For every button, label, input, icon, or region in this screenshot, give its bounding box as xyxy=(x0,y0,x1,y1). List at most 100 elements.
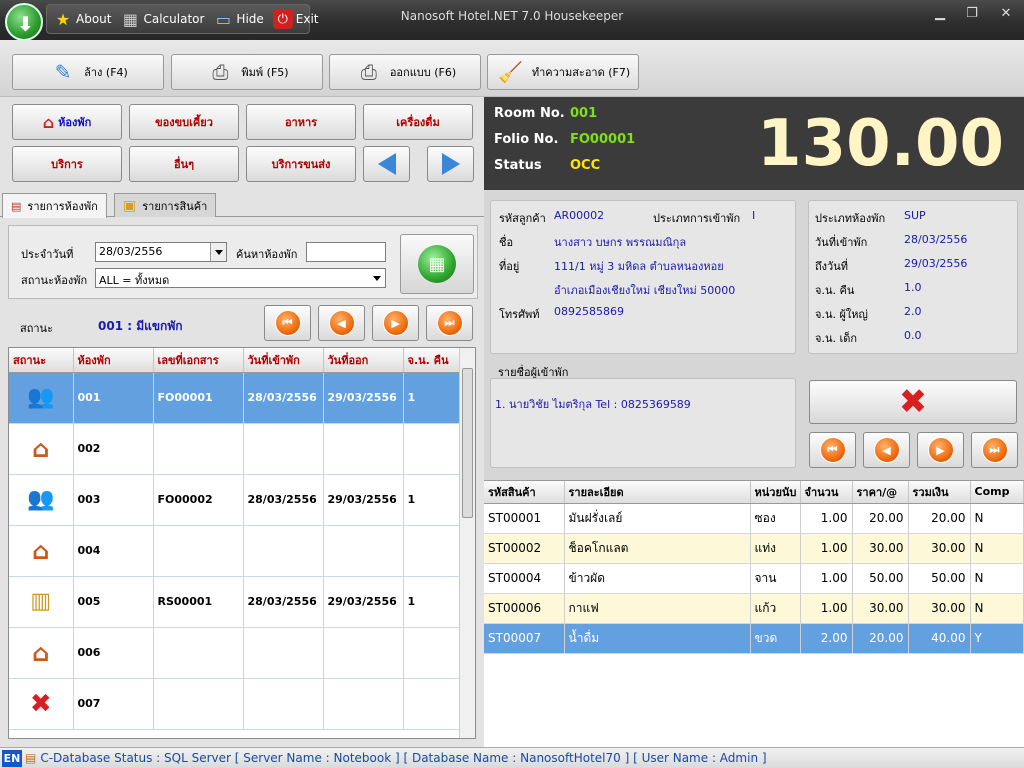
table-row[interactable]: ✖ 007 xyxy=(9,678,461,730)
checkout-value: 29/03/2556 xyxy=(904,257,968,270)
room-no-value: 001 xyxy=(570,106,598,121)
first-record-button[interactable]: ⏮ xyxy=(264,305,311,341)
col-comp[interactable]: Comp xyxy=(970,481,1024,504)
col-unit[interactable]: หน่วยนับ xyxy=(750,481,801,504)
cell xyxy=(403,525,461,577)
col-qty[interactable]: จำนวน xyxy=(800,481,853,504)
first-icon: ⏮ xyxy=(819,437,846,463)
cell: 29/03/2556 xyxy=(323,372,404,424)
category-next-button[interactable] xyxy=(427,146,474,182)
col-nights[interactable]: จ.น. คืน xyxy=(403,348,461,373)
guest-first-button[interactable]: ⏮ xyxy=(809,432,856,468)
tab-room-list[interactable]: ▤ รายการห้องพัก xyxy=(2,193,107,218)
cell: 29/03/2556 xyxy=(323,474,404,526)
table-row[interactable]: ST00004 ข้าวผัด จาน 1.00 50.00 50.00 N xyxy=(484,563,1024,594)
status-value: OCC xyxy=(570,158,601,173)
calendar-icon: ▤ xyxy=(11,199,22,213)
category-food-button[interactable]: อาหาร xyxy=(246,104,356,140)
folio-value: FO00001 xyxy=(570,132,636,147)
arrow-left-icon xyxy=(377,153,396,175)
room-no-label: Room No. xyxy=(494,106,565,121)
window-title: Nanosoft Hotel.NET 7.0 Housekeeper xyxy=(400,9,624,23)
box-icon: ▣ xyxy=(123,197,137,214)
children-label: จ.น. เด็ก xyxy=(815,332,858,345)
table-row[interactable]: 👥 001 FO00001 28/03/2556 29/03/2556 1 xyxy=(9,372,461,424)
cell-price: 50.00 xyxy=(852,563,909,594)
cell: 005 xyxy=(73,576,154,628)
reservation-book-icon: ▥ xyxy=(9,576,74,628)
table-row[interactable]: 👥 003 FO00002 28/03/2556 29/03/2556 1 xyxy=(9,474,461,526)
table-row[interactable]: ST00007 น้ำดื่ม ขวด 2.00 20.00 40.00 Y xyxy=(484,623,1024,654)
adults-label: จ.น. ผู้ใหญ่ xyxy=(815,308,868,321)
design-button[interactable]: ⎙ ออกแบบ (F6) xyxy=(329,54,481,90)
col-room[interactable]: ห้องพัก xyxy=(73,348,154,373)
database-icon: ▤ xyxy=(25,751,37,765)
next-icon: ▶ xyxy=(927,437,954,463)
prev-record-button[interactable]: ◀ xyxy=(318,305,365,341)
table-row[interactable]: ⌂ 004 xyxy=(9,525,461,577)
clear-button[interactable]: ✎ ล้าง (F4) xyxy=(12,54,164,90)
col-doc[interactable]: เลขที่เอกสาร xyxy=(153,348,244,373)
col-desc[interactable]: รายละเอียด xyxy=(564,481,751,504)
cell xyxy=(243,525,324,577)
last-icon: ⏭ xyxy=(436,310,463,336)
col-code[interactable]: รหัสสินค้า xyxy=(484,481,565,504)
category-rooms-button[interactable]: ⌂ ห้องพัก xyxy=(12,104,122,140)
arrow-right-icon xyxy=(441,153,460,175)
col-status[interactable]: สถานะ xyxy=(9,348,74,373)
tab-product-list[interactable]: ▣ รายการสินค้า xyxy=(114,193,217,217)
restore-button[interactable]: ❐ xyxy=(962,6,982,21)
broom-icon: 🧹 xyxy=(498,60,524,84)
cell: 1 xyxy=(403,372,461,424)
print-button[interactable]: ⎙ พิมพ์ (F5) xyxy=(171,54,323,90)
category-drinks-button[interactable]: เครื่องดื่ม xyxy=(363,104,473,140)
table-row[interactable]: ▥ 005 RS00001 28/03/2556 29/03/2556 1 xyxy=(9,576,461,628)
table-row[interactable]: ST00001 มันฝรั่งเลย์ ซอง 1.00 20.00 20.00 N xyxy=(484,503,1024,534)
cell: 28/03/2556 xyxy=(243,372,324,424)
next-record-button[interactable]: ▶ xyxy=(372,305,419,341)
table-row[interactable]: ⌂ 002 xyxy=(9,423,461,475)
room-grid-scrollbar[interactable] xyxy=(459,348,475,738)
cancel-button[interactable]: ✖ xyxy=(809,380,1017,424)
cell: 002 xyxy=(73,423,154,475)
cell-unit: ซอง xyxy=(750,503,801,534)
close-button[interactable]: ✕ xyxy=(996,6,1016,21)
col-price[interactable]: ราคา/@ xyxy=(852,481,909,504)
cell-comp: Y xyxy=(970,623,1024,654)
room-status-select[interactable]: ALL = ทั้งหมด xyxy=(95,268,386,288)
cell-price: 20.00 xyxy=(852,623,909,654)
category-prev-button[interactable] xyxy=(363,146,410,182)
guest-next-button[interactable]: ▶ xyxy=(917,432,964,468)
category-services-button[interactable]: บริการ xyxy=(12,146,122,182)
room-type-label: ประเภทห้องพัก xyxy=(815,212,886,225)
guest-prev-button[interactable]: ◀ xyxy=(863,432,910,468)
table-row[interactable]: ⌂ 006 xyxy=(9,627,461,679)
search-room-input[interactable] xyxy=(306,242,386,262)
guest-last-button[interactable]: ⏭ xyxy=(971,432,1018,468)
guest-icon: 👥 xyxy=(9,474,74,526)
col-checkout[interactable]: วันที่ออก xyxy=(323,348,404,373)
items-grid: รหัสสินค้า รายละเอียด หน่วยนับ จำนวน ราค… xyxy=(484,480,1024,747)
minimize-button[interactable]: ▁ xyxy=(930,6,950,21)
cell: 28/03/2556 xyxy=(243,576,324,628)
col-checkin[interactable]: วันที่เข้าพัก xyxy=(243,348,324,373)
table-row[interactable]: ST00002 ช็อคโกแลต แท่ง 1.00 30.00 30.00 N xyxy=(484,533,1024,564)
guest-entry[interactable]: 1. นายวิชัย ไมตริกุล Tel : 0825369589 xyxy=(495,395,691,413)
stay-panel: ประเภทห้องพัก SUP วันที่เข้าพัก 28/03/25… xyxy=(808,200,1018,354)
col-total[interactable]: รวมเงิน xyxy=(908,481,971,504)
scrollbar-thumb[interactable] xyxy=(462,368,473,518)
cell-unit: แท่ง xyxy=(750,533,801,564)
date-picker[interactable]: 28/03/2556 xyxy=(95,242,227,262)
cell xyxy=(153,423,244,475)
language-indicator[interactable]: EN xyxy=(2,749,22,767)
category-others-button[interactable]: อื่นๆ xyxy=(129,146,239,182)
table-row[interactable]: ST00006 กาแฟ แก้ว 1.00 30.00 30.00 N xyxy=(484,593,1024,624)
calculate-button[interactable]: ▦ xyxy=(400,234,474,294)
room-status-label: สถานะห้องพัก xyxy=(21,274,88,287)
category-transport-button[interactable]: บริการขนส่ง xyxy=(246,146,356,182)
last-record-button[interactable]: ⏭ xyxy=(426,305,473,341)
category-snacks-button[interactable]: ของขบเคี้ยว xyxy=(129,104,239,140)
next-icon: ▶ xyxy=(382,310,409,336)
housekeeping-button[interactable]: 🧹 ทำความสะอาด (F7) xyxy=(487,54,639,90)
cell xyxy=(403,627,461,679)
